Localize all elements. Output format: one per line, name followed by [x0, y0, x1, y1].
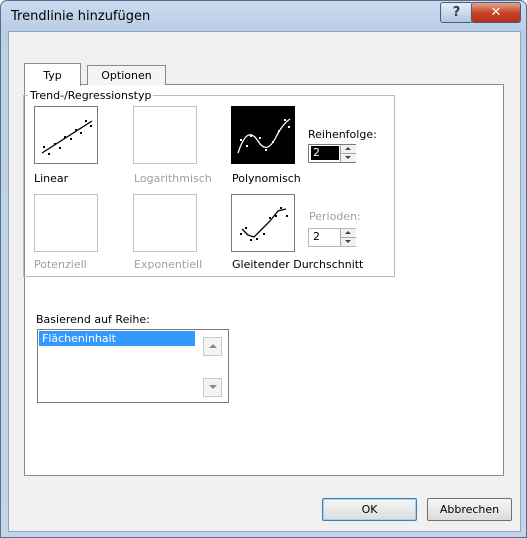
arrow-up-icon	[345, 147, 351, 150]
tab-typ[interactable]: Typ	[24, 63, 81, 86]
order-label: Reihenfolge:	[308, 128, 377, 141]
arrow-down-icon	[345, 240, 351, 243]
polynomial-label: Polynomisch	[232, 172, 301, 185]
polynomial-trend-icon	[237, 118, 291, 154]
order-down-button[interactable]	[340, 153, 356, 162]
periods-value[interactable]: 2	[311, 230, 339, 244]
order-value[interactable]: 2	[311, 146, 339, 160]
moving-average-option[interactable]	[231, 194, 295, 252]
help-button[interactable]: ?	[440, 2, 473, 23]
power-option[interactable]	[34, 194, 98, 252]
ok-button[interactable]: OK	[322, 498, 417, 521]
periods-label: Perioden:	[309, 210, 361, 223]
series-list-item[interactable]: Flächeninhalt	[39, 331, 195, 346]
order-spinner[interactable]: 2	[308, 144, 356, 163]
linear-option[interactable]	[34, 106, 98, 164]
periods-down-button[interactable]	[340, 237, 356, 246]
trend-group-label: Trend-/Regressionstyp	[28, 89, 154, 102]
dialog-window: Trendlinie hinzufügen ? ✕ Typ Optionen T…	[0, 0, 527, 538]
linear-trend-icon	[41, 120, 93, 155]
cancel-button[interactable]: Abbrechen	[427, 498, 512, 521]
periods-up-button[interactable]	[340, 229, 356, 237]
periods-spinner[interactable]: 2	[308, 228, 356, 247]
exponential-trend-icon	[134, 195, 196, 251]
tab-optionen[interactable]: Optionen	[87, 65, 166, 85]
logarithmic-trend-icon	[134, 107, 196, 163]
exponential-option[interactable]	[133, 194, 197, 252]
arrow-up-icon	[345, 231, 351, 234]
close-button[interactable]: ✕	[471, 2, 521, 23]
scroll-down-button[interactable]	[203, 378, 222, 397]
series-label: Basierend auf Reihe:	[36, 313, 150, 326]
moving-average-label: Gleitender Durchschnitt	[232, 258, 364, 271]
arrow-down-icon	[345, 156, 351, 159]
arrow-up-icon	[209, 344, 217, 348]
dialog-title: Trendlinie hinzufügen	[11, 9, 151, 24]
logarithmic-option[interactable]	[133, 106, 197, 164]
title-bar[interactable]: Trendlinie hinzufügen ? ✕	[1, 1, 526, 31]
polynomial-option[interactable]	[231, 106, 295, 164]
dialog-body: Typ Optionen Trend-/Regressionstyp Linea…	[8, 31, 521, 532]
power-label: Potenziell	[34, 258, 87, 271]
power-trend-icon	[35, 195, 97, 251]
linear-label: Linear	[34, 172, 69, 185]
arrow-down-icon	[209, 385, 217, 389]
logarithmic-label: Logarithmisch	[134, 172, 212, 185]
order-up-button[interactable]	[340, 145, 356, 153]
scroll-up-button[interactable]	[203, 337, 222, 356]
exponential-label: Exponentiell	[134, 258, 203, 271]
series-listbox[interactable]: Flächeninhalt	[37, 329, 229, 403]
moving-average-icon	[240, 207, 288, 241]
